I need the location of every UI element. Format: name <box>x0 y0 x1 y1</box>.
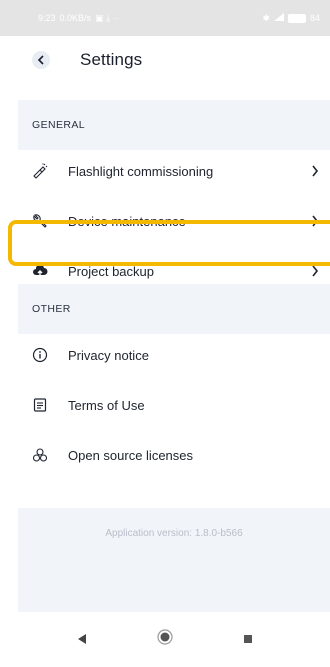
status-bar: 9:23 0.0KB/s ▣ ⤓ ·· ✱ 84 <box>0 0 330 36</box>
home-circle-icon <box>157 629 173 645</box>
section-title: OTHER <box>32 303 71 315</box>
document-icon <box>32 397 48 413</box>
back-button[interactable] <box>32 51 50 69</box>
menu-item-label: Device maintenance <box>68 213 186 229</box>
battery-icon <box>287 13 306 23</box>
cloud-upload-icon <box>32 263 48 279</box>
menu-item-terms-of-use[interactable]: Terms of Use <box>18 380 330 430</box>
nav-recents-button[interactable] <box>243 631 253 649</box>
battery-level: 84 <box>309 13 320 23</box>
menu-item-label: Flashlight commissioning <box>68 163 214 179</box>
other-list: Privacy notice Terms of Use Open source … <box>18 330 330 480</box>
recents-square-icon <box>244 634 252 643</box>
nav-back-button[interactable] <box>77 631 87 649</box>
info-icon <box>32 347 48 363</box>
menu-item-flashlight-commissioning[interactable]: Flashlight commissioning <box>18 146 330 196</box>
menu-item-label: Open source licenses <box>68 447 194 463</box>
app-header: Settings <box>0 36 330 84</box>
chevron-right-icon <box>310 264 320 278</box>
signal-icon <box>273 13 284 23</box>
section-title: GENERAL <box>32 119 85 131</box>
chevron-right-icon <box>310 214 320 228</box>
status-time: 9:23 <box>38 13 56 23</box>
flashlight-icon <box>32 163 48 179</box>
nav-home-button[interactable] <box>157 629 173 650</box>
wrench-icon <box>32 213 48 229</box>
app-version: Application version: 1.8.0-b566 <box>105 528 243 539</box>
notification-icons: ▣ ⤓ ·· <box>95 12 119 23</box>
menu-item-open-source-licenses[interactable]: Open source licenses <box>18 430 330 480</box>
bluetooth-icon: ✱ <box>262 12 270 23</box>
menu-item-privacy-notice[interactable]: Privacy notice <box>18 330 330 380</box>
general-list: Flashlight commissioning Device maintena… <box>18 146 330 296</box>
chevron-left-icon <box>37 55 44 65</box>
back-triangle-icon <box>78 633 86 644</box>
page-title: Settings <box>80 50 143 69</box>
menu-item-label: Privacy notice <box>68 347 149 363</box>
menu-item-device-maintenance[interactable]: Device maintenance <box>18 196 330 246</box>
section-header-other: OTHER <box>18 284 330 334</box>
section-header-general: GENERAL <box>18 100 330 150</box>
menu-item-label: Project backup <box>68 263 154 279</box>
license-icon <box>32 447 48 463</box>
chevron-right-icon <box>310 164 320 178</box>
menu-item-label: Terms of Use <box>68 397 145 413</box>
system-nav-bar <box>0 612 330 667</box>
footer-area <box>18 508 330 612</box>
status-net-speed: 0.0KB/s <box>59 13 92 23</box>
